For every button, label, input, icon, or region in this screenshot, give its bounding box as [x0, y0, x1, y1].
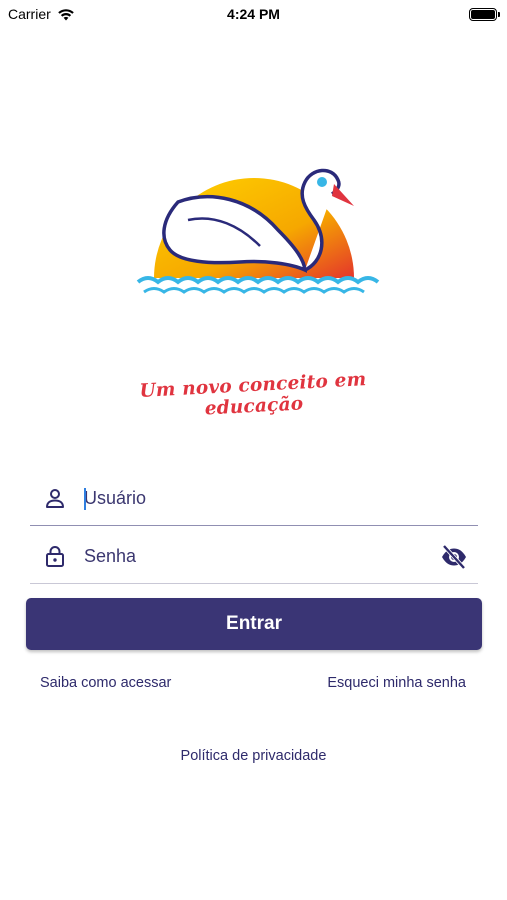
- logo-tagline: Um novo conceito em educação: [139, 369, 367, 420]
- eye-off-icon[interactable]: [440, 544, 468, 570]
- lock-icon: [46, 546, 64, 567]
- brand-name-line-1: Nosso Projeto de: [130, 302, 377, 335]
- username-input[interactable]: [84, 484, 424, 512]
- password-field[interactable]: [30, 532, 478, 584]
- privacy-policy-link[interactable]: Política de privacidade: [0, 748, 507, 764]
- status-bar: Carrier 4:24 PM: [0, 0, 507, 28]
- battery-icon: [469, 8, 500, 21]
- username-field[interactable]: [30, 474, 478, 526]
- login-button[interactable]: Entrar: [26, 598, 482, 650]
- how-to-access-link[interactable]: Saiba como acessar: [40, 675, 171, 691]
- password-input[interactable]: [84, 542, 424, 570]
- swan-sun-emblem: [136, 168, 380, 294]
- text-caret: [84, 488, 86, 510]
- status-time: 4:24 PM: [227, 6, 280, 22]
- forgot-password-link[interactable]: Esqueci minha senha: [327, 675, 466, 691]
- person-icon: [46, 489, 64, 508]
- school-logo: Nosso Projeto de Escola Infantil Um novo…: [100, 150, 407, 420]
